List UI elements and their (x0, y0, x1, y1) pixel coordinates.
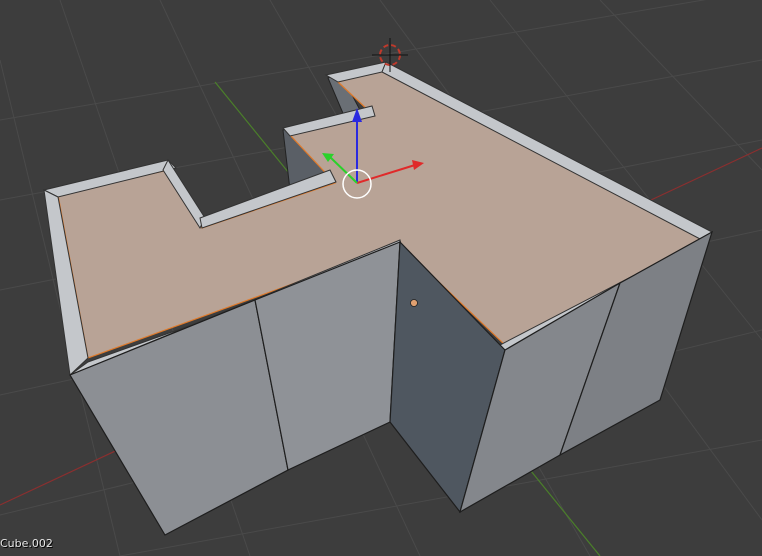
3d-viewport[interactable]: Cube.002 (0, 0, 762, 556)
scene-canvas[interactable] (0, 0, 762, 556)
object-name-label: Cube.002 (0, 537, 53, 550)
object-origin-point[interactable] (410, 299, 418, 307)
